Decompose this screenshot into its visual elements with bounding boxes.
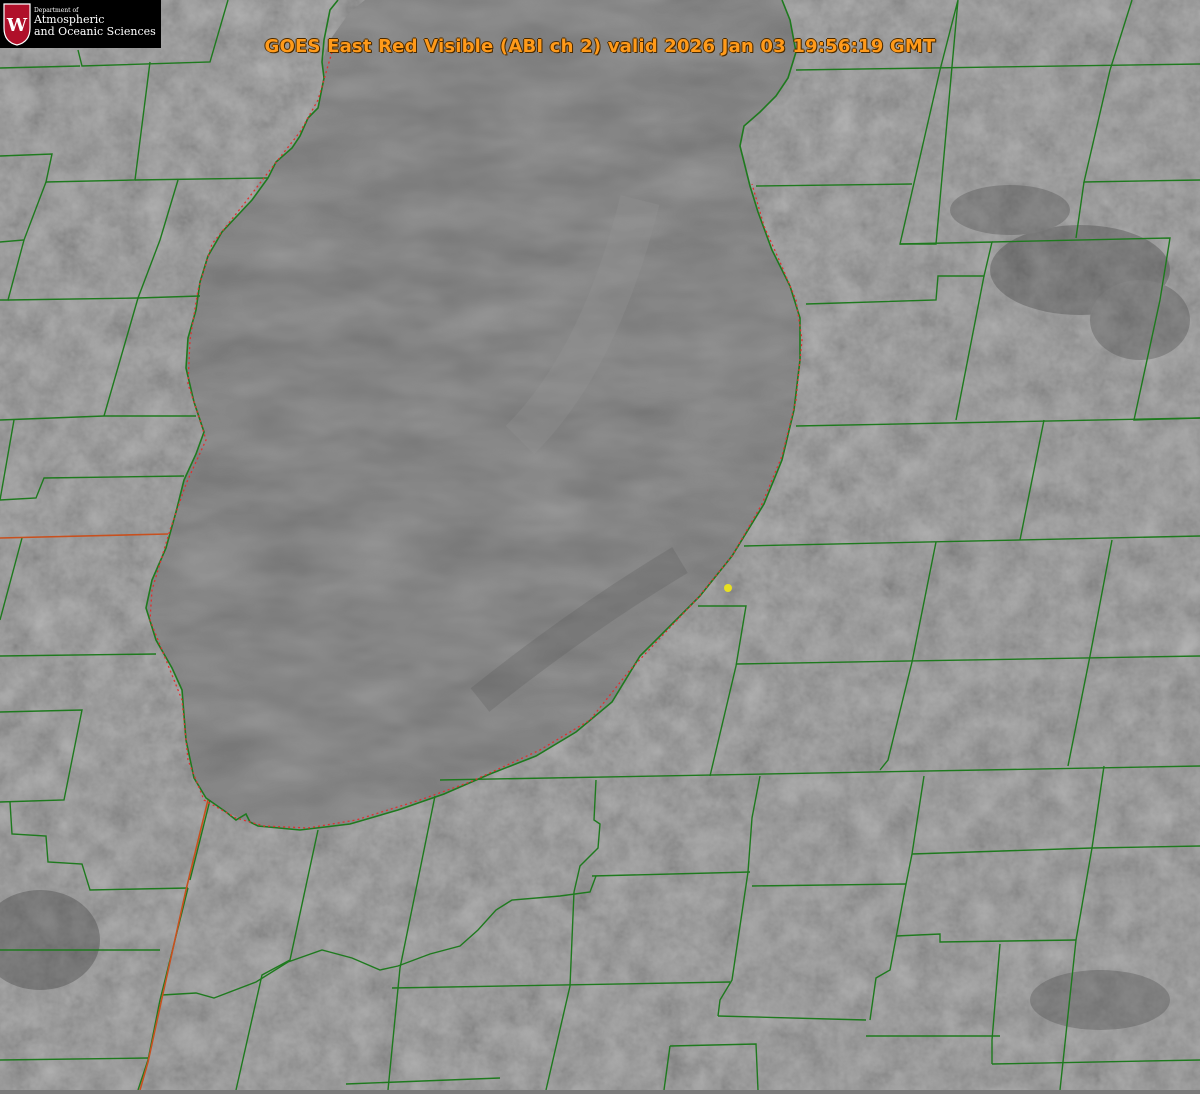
- satellite-map: W W Department of Atmospheric and Oceani…: [0, 0, 1200, 1091]
- image-title: GOES East Red Visible (ABI ch 2) valid 2…: [264, 36, 936, 57]
- station-marker: [724, 584, 732, 592]
- aos-logo: W Department of Atmospheric and Oceanic …: [0, 0, 161, 48]
- logo-text: Department of Atmospheric and Oceanic Sc…: [34, 7, 156, 38]
- logo-line-2: and Oceanic Sciences: [34, 24, 156, 38]
- svg-text:W: W: [6, 15, 28, 36]
- map-canvas: W: [0, 0, 1200, 1091]
